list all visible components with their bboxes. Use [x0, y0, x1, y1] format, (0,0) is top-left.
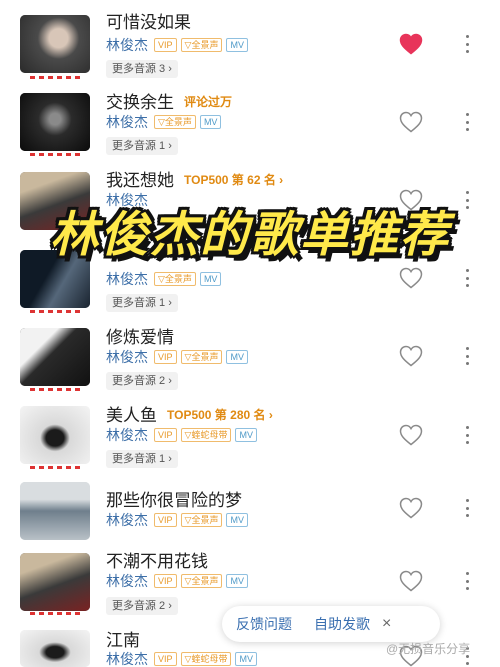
more-options-icon[interactable] [462, 267, 472, 289]
song-title[interactable]: 不潮不用花钱 [106, 547, 208, 572]
vip-badge: VIP [154, 350, 177, 364]
mv-badge[interactable]: MV [235, 428, 257, 442]
album-cover[interactable] [20, 630, 90, 667]
more-options-icon[interactable] [462, 33, 472, 55]
album-cover[interactable] [20, 406, 90, 464]
more-sources-button[interactable]: 更多音源 1 › [106, 294, 178, 312]
song-meta: 林俊杰 VIP ▽蝰蛇母带 MV [106, 427, 261, 443]
cover-strip [30, 153, 80, 156]
artist-link[interactable]: 林俊杰 [106, 347, 148, 367]
vip-badge: VIP [154, 513, 177, 527]
vip-badge: VIP [154, 652, 177, 666]
more-sources-button[interactable]: 更多音源 3 › [106, 60, 178, 78]
vip-badge: VIP [154, 574, 177, 588]
song-title[interactable]: 交换余生 评论过万 [106, 88, 232, 113]
artist-link[interactable]: 林俊杰 [106, 35, 148, 55]
close-icon[interactable]: × [382, 615, 391, 633]
more-options-icon[interactable] [462, 497, 472, 519]
quality-badge: ▽全景声 [180, 38, 223, 52]
heart-outline-icon[interactable] [399, 111, 423, 133]
more-sources-button[interactable]: 更多音源 2 › [106, 597, 178, 615]
song-title[interactable]: 江南 [106, 626, 140, 651]
heart-outline-icon[interactable] [399, 189, 423, 211]
heart-outline-icon[interactable] [399, 497, 423, 519]
heart-outline-icon[interactable] [399, 570, 423, 592]
artist-link[interactable]: 林俊杰 [106, 190, 148, 210]
quality-badge: ▽全景声 [180, 513, 223, 527]
quality-badge: ▽全景声 [180, 574, 223, 588]
mv-badge[interactable]: MV [235, 652, 257, 666]
report-issue-button[interactable]: 反馈问题 [236, 614, 292, 634]
song-meta: 林俊杰 VIP ▽全景声 MV [106, 37, 252, 53]
artist-link[interactable]: 林俊杰 [106, 510, 148, 530]
cover-strip [30, 388, 80, 391]
album-cover[interactable] [20, 328, 90, 386]
vip-badge: VIP [154, 38, 177, 52]
album-cover[interactable] [20, 553, 90, 611]
artist-link[interactable]: 林俊杰 [106, 649, 148, 667]
artist-link[interactable]: 林俊杰 [106, 269, 148, 289]
artist-link[interactable]: 林俊杰 [106, 112, 148, 132]
artist-link[interactable]: 林俊杰 [106, 425, 148, 445]
song-meta: 林俊杰 VIP ▽蝰蛇母带 MV [106, 651, 261, 667]
heart-icon[interactable] [399, 33, 423, 55]
song-title[interactable]: 可惜没如果 [106, 8, 191, 33]
mv-badge[interactable]: MV [226, 350, 248, 364]
song-title[interactable]: 那些你很冒险的梦 [106, 486, 242, 511]
cover-strip [30, 76, 80, 79]
song-meta: 林俊杰 [106, 192, 154, 208]
song-meta: 林俊杰 ▽全景声 MV [106, 271, 225, 287]
rank-tag[interactable]: TOP500 第 280 名 › [167, 406, 273, 423]
mv-badge[interactable]: MV [199, 272, 222, 286]
song-meta: 林俊杰 VIP ▽全景声 MV [106, 349, 252, 365]
vip-badge: VIP [154, 428, 177, 442]
self-help-upload-button[interactable]: 自助发歌 [314, 614, 370, 634]
quality-badge: ▽全景声 [154, 115, 196, 129]
album-cover[interactable] [20, 15, 90, 73]
song-tag[interactable]: 评论过万 [184, 93, 232, 110]
album-cover[interactable] [20, 482, 90, 540]
mv-badge[interactable]: MV [226, 38, 248, 52]
song-title[interactable]: 我还想她 TOP500 第 62 名 › [106, 166, 283, 191]
quality-badge: ▽蝰蛇母带 [180, 652, 232, 666]
cover-strip [30, 310, 80, 313]
more-sources-button[interactable]: 更多音源 2 › [106, 372, 178, 390]
album-cover[interactable] [20, 93, 90, 151]
more-sources-button[interactable]: 更多音源 1 › [106, 137, 178, 155]
quality-badge: ▽全景声 [154, 272, 196, 286]
more-options-icon[interactable] [462, 570, 472, 592]
more-options-icon[interactable] [462, 345, 472, 367]
mv-badge[interactable]: MV [226, 513, 248, 527]
heart-outline-icon[interactable] [399, 424, 423, 446]
song-meta: 林俊杰 VIP ▽全景声 MV [106, 512, 252, 528]
album-cover[interactable] [20, 172, 90, 230]
album-cover[interactable] [20, 250, 90, 308]
cover-strip [30, 466, 80, 469]
quality-badge: ▽全景声 [180, 350, 223, 364]
mv-badge[interactable]: MV [199, 115, 222, 129]
song-title[interactable]: 修炼爱情 [106, 323, 174, 348]
song-meta: 林俊杰 VIP ▽全景声 MV [106, 573, 252, 589]
watermark: @无损音乐分享 [386, 642, 471, 656]
more-options-icon[interactable] [462, 424, 472, 446]
song-title[interactable]: 美人鱼 TOP500 第 280 名 › [106, 401, 273, 426]
rank-tag[interactable]: TOP500 第 62 名 › [184, 171, 283, 188]
more-options-icon[interactable] [462, 111, 472, 133]
heart-outline-icon[interactable] [399, 267, 423, 289]
more-sources-button[interactable]: 更多音源 1 › [106, 450, 178, 468]
artist-link[interactable]: 林俊杰 [106, 571, 148, 591]
feedback-bar: 反馈问题 自助发歌 × [222, 606, 440, 642]
song-list: 可惜没如果 林俊杰 VIP ▽全景声 MV 更多音源 3 › 交换余生 评论过万 … [0, 0, 500, 667]
more-options-icon[interactable] [462, 189, 472, 211]
quality-badge: ▽蝰蛇母带 [180, 428, 232, 442]
song-meta: 林俊杰 ▽全景声 MV [106, 114, 225, 130]
mv-badge[interactable]: MV [226, 574, 248, 588]
cover-strip [30, 612, 80, 615]
heart-outline-icon[interactable] [399, 345, 423, 367]
